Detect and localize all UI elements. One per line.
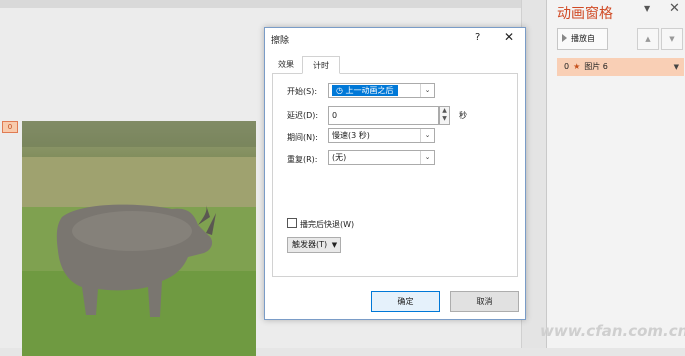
start-label: 开始(S):	[287, 87, 318, 96]
tab-timing[interactable]: 计时	[302, 56, 340, 74]
wipe-effect-dialog: 擦除 ? ✕ 效果 计时 开始(S): ◷ 上一动画之后 ⌄ 延迟(D): 0 …	[264, 27, 526, 320]
delay-spinner[interactable]: ▲ ▼	[439, 106, 450, 125]
arrow-down-icon: ▼	[669, 35, 675, 43]
delay-input[interactable]: 0	[328, 106, 439, 125]
repeat-value: (无)	[332, 153, 347, 162]
animation-order-tag[interactable]: 0	[2, 121, 18, 133]
duration-label: 期间(N):	[287, 133, 318, 142]
animation-list-item[interactable]: 0 ★ 图片 6 ▼	[557, 58, 684, 76]
play-icon	[562, 34, 567, 42]
trigger-label: 触发器(T)	[292, 240, 328, 249]
tab-bar: 效果 计时	[272, 56, 518, 74]
repeat-label: 重复(R):	[287, 155, 318, 164]
animation-name: 图片 6	[584, 62, 608, 71]
spin-up-icon[interactable]: ▲	[440, 107, 449, 115]
close-icon[interactable]: ✕	[669, 1, 680, 16]
move-down-button[interactable]: ▼	[661, 28, 683, 50]
help-button[interactable]: ?	[475, 32, 480, 43]
spin-down-icon[interactable]: ▼	[440, 115, 449, 123]
chevron-down-icon: ▼	[331, 241, 338, 249]
cancel-button[interactable]: 取消	[450, 291, 519, 312]
duration-value: 慢速(3 秒)	[332, 131, 370, 140]
chevron-down-icon[interactable]: ⌄	[420, 84, 434, 97]
rhino-photo[interactable]	[22, 121, 256, 356]
rewind-checkbox[interactable]	[287, 218, 297, 228]
slide-top-strip	[0, 0, 521, 8]
chevron-down-icon[interactable]: ▼	[674, 58, 679, 76]
duration-select[interactable]: 慢速(3 秒) ⌄	[328, 128, 435, 143]
play-from-label: 播放自	[571, 34, 595, 43]
repeat-select[interactable]: (无) ⌄	[328, 150, 435, 165]
delay-unit: 秒	[459, 111, 467, 120]
chevron-down-icon[interactable]: ⌄	[420, 151, 434, 164]
animation-pane: 动画窗格 ▼ ✕ 播放自 ▲ ▼ 0 ★ 图片 6 ▼	[546, 0, 685, 348]
chevron-down-icon[interactable]: ▼	[644, 4, 650, 13]
move-up-button[interactable]: ▲	[637, 28, 659, 50]
timing-panel: 开始(S): ◷ 上一动画之后 ⌄ 延迟(D): 0 ▲ ▼ 秒 期间(N): …	[272, 73, 518, 277]
chevron-down-icon[interactable]: ⌄	[420, 129, 434, 142]
star-icon: ★	[573, 62, 581, 71]
rewind-label: 播完后快退(W)	[300, 220, 355, 229]
ok-button[interactable]: 确定	[371, 291, 440, 312]
watermark: www.cfan.com.cn	[540, 322, 685, 340]
clock-icon: ◷	[336, 86, 343, 95]
rhino-image	[22, 121, 256, 356]
animation-index: 0	[564, 62, 570, 71]
pane-title: 动画窗格	[557, 6, 613, 22]
start-select[interactable]: ◷ 上一动画之后 ⌄	[328, 83, 435, 98]
close-icon[interactable]: ✕	[504, 30, 514, 44]
start-value: 上一动画之后	[345, 86, 394, 95]
dialog-title: 擦除	[271, 36, 290, 46]
rewind-option[interactable]: 播完后快退(W)	[287, 218, 354, 230]
arrow-up-icon: ▲	[645, 35, 651, 43]
tab-effect[interactable]: 效果	[272, 56, 300, 73]
delay-label: 延迟(D):	[287, 111, 319, 120]
trigger-button[interactable]: 触发器(T) ▼	[287, 237, 341, 253]
play-from-button[interactable]: 播放自	[557, 28, 608, 50]
